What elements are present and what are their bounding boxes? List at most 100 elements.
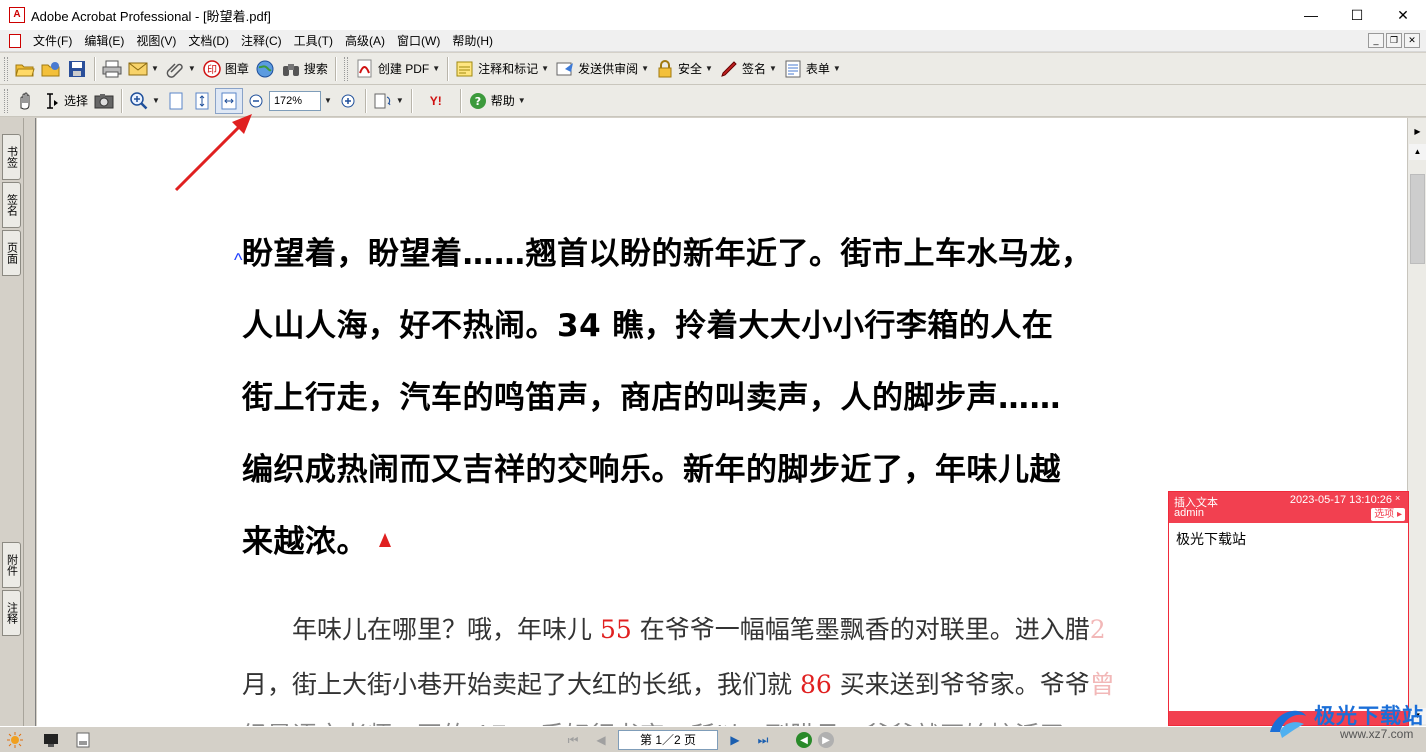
doc-minimize-button[interactable]: _	[1368, 33, 1384, 48]
sign-button[interactable]: 签名 ▼	[716, 56, 780, 82]
menu-comments[interactable]: 注释(C)	[235, 30, 288, 52]
toolbar-grip[interactable]	[4, 88, 8, 113]
zoom-tool-button[interactable]: ▼	[126, 88, 163, 114]
select-tool-button[interactable]: 选择	[38, 88, 91, 114]
doc-restore-button[interactable]: ❐	[1386, 33, 1402, 48]
vertical-scrollbar[interactable]: ▶ ▲ ▼	[1407, 118, 1426, 726]
binoculars-icon	[281, 59, 301, 79]
text-fragment: 月，街上大街小巷开始卖起了大红的长纸，我们就	[242, 670, 800, 699]
page-number-input[interactable]: 第 1／2 页	[618, 730, 718, 750]
text-line: 月，街上大街小巷开始卖起了大红的长纸，我们就 86 买来送到爷爷家。爷爷曾	[242, 665, 1115, 701]
save-button[interactable]	[64, 56, 90, 82]
toolbar-separator	[410, 88, 412, 113]
chevron-down-icon: ▼	[187, 64, 196, 73]
snapshot-button[interactable]	[91, 88, 117, 114]
page-size-icon[interactable]	[74, 731, 92, 749]
scroll-thumb[interactable]	[1410, 174, 1425, 264]
forms-button[interactable]: 表单 ▼	[780, 56, 844, 82]
send-review-label: 发送供审阅	[578, 62, 639, 76]
chevron-down-icon: ▼	[832, 64, 841, 73]
insert-caret-marker-icon[interactable]	[379, 533, 391, 547]
panel-splitter[interactable]	[24, 118, 36, 726]
text-fragment: 买来送到爷爷家。爷爷	[831, 670, 1090, 699]
window-controls: — ☐ ✕	[1288, 0, 1426, 30]
print-button[interactable]	[99, 56, 125, 82]
page-icon	[166, 91, 186, 111]
text-line: 来越浓。	[242, 524, 368, 560]
file-toolbar: ▼ ▼ 印图章 搜索 创建 PDF ▼ 注释和标记 ▼ 发送供审阅 ▼ 安全 ▼ 签名 ▼…	[0, 53, 1426, 85]
toolbar-grip[interactable]	[343, 56, 348, 81]
comment-author: admin	[1174, 507, 1204, 519]
stamp-label: 图章	[224, 62, 249, 76]
menu-tools[interactable]: 工具(T)	[288, 30, 339, 52]
sun-icon[interactable]	[6, 731, 24, 749]
doc-close-button[interactable]: ✕	[1404, 33, 1420, 48]
menu-advanced[interactable]: 高级(A)	[339, 30, 391, 52]
toolbar-grip[interactable]	[4, 56, 8, 81]
tab-pages[interactable]: 页面	[2, 230, 21, 276]
stamp-icon: 印	[202, 59, 222, 79]
comment-popup[interactable]: 插入文本 2023-05-17 13:10:26 × admin 选项 ▸ 极光…	[1168, 491, 1409, 726]
zoom-dropdown-button[interactable]: ▼	[321, 88, 335, 114]
svg-text:印: 印	[207, 64, 217, 76]
attach-button[interactable]: ▼	[162, 56, 199, 82]
menu-file[interactable]: 文件(F)	[27, 30, 78, 52]
menu-document[interactable]: 文档(D)	[182, 30, 235, 52]
yahoo-button[interactable]: Y!	[416, 88, 456, 114]
options-button[interactable]: 选项 ▸	[1371, 508, 1405, 521]
web-search-button[interactable]	[252, 56, 278, 82]
next-page-button[interactable]: ▶	[724, 730, 746, 750]
tab-signatures[interactable]: 签名	[2, 182, 21, 228]
close-button[interactable]: ✕	[1380, 0, 1426, 30]
email-button[interactable]: ▼	[125, 56, 162, 82]
open-button[interactable]	[12, 56, 38, 82]
rotate-button[interactable]: ▼	[370, 88, 407, 114]
monitor-icon[interactable]	[42, 731, 60, 749]
send-review-button[interactable]: 发送供审阅 ▼	[552, 56, 652, 82]
hand-icon	[15, 91, 35, 111]
svg-text:?: ?	[475, 95, 481, 108]
organizer-button[interactable]	[38, 56, 64, 82]
menu-edit[interactable]: 编辑(E)	[78, 30, 130, 52]
toolbar-separator	[459, 88, 461, 113]
close-icon[interactable]: ×	[1395, 494, 1405, 504]
secure-button[interactable]: 安全 ▼	[652, 56, 716, 82]
next-view-icon[interactable]: ▶	[818, 732, 834, 748]
hand-tool-button[interactable]	[12, 88, 38, 114]
help-button[interactable]: ? 帮助 ▼	[465, 88, 529, 114]
watermark-text: 极光下载站	[1314, 704, 1424, 728]
toolbar-separator	[94, 56, 95, 81]
previous-view-icon[interactable]: ◀	[796, 732, 812, 748]
title-bar: A Adobe Acrobat Professional - [盼望着.pdf]…	[0, 0, 1426, 30]
stamp-button[interactable]: 印图章	[199, 56, 252, 82]
folder-open-icon	[15, 59, 35, 79]
create-pdf-button[interactable]: 创建 PDF ▼	[352, 56, 443, 82]
document-icon[interactable]	[9, 33, 21, 48]
menu-window[interactable]: 窗口(W)	[391, 30, 446, 52]
previous-page-button[interactable]: ◀	[590, 730, 612, 750]
menu-view[interactable]: 视图(V)	[130, 30, 182, 52]
scroll-up-button[interactable]: ▲	[1409, 144, 1426, 160]
zoom-level-input[interactable]: 172%	[268, 90, 321, 111]
comment-markup-button[interactable]: 注释和标记 ▼	[452, 56, 552, 82]
search-button[interactable]: 搜索	[278, 56, 331, 82]
comment-header[interactable]: 插入文本 2023-05-17 13:10:26 × admin 选项 ▸	[1169, 492, 1408, 523]
text-fragment: 年味儿在哪里？哦，年味儿	[242, 615, 600, 644]
tab-bookmarks[interactable]: 书签	[2, 134, 21, 180]
zoom-in-button[interactable]	[335, 88, 361, 114]
maximize-button[interactable]: ☐	[1334, 0, 1380, 30]
comment-text[interactable]: 极光下载站	[1169, 523, 1408, 555]
menu-help[interactable]: 帮助(H)	[446, 30, 499, 52]
first-page-button[interactable]: ⏮	[562, 730, 584, 750]
text-fragment: 曾	[1089, 670, 1115, 699]
chevron-down-icon: ▼	[395, 96, 404, 105]
tab-comments[interactable]: 注释	[2, 590, 21, 636]
minimize-button[interactable]: —	[1288, 0, 1334, 30]
last-page-button[interactable]: ⏭	[752, 730, 774, 750]
site-watermark: 极光下载站 www.xz7.com	[1256, 696, 1426, 752]
annotation-arrow-icon	[174, 114, 252, 192]
split-view-icon[interactable]: ▶	[1409, 124, 1426, 140]
comment-date: 2023-05-17 13:10:26	[1289, 494, 1392, 506]
tab-attachments[interactable]: 附件	[2, 542, 21, 588]
chevron-down-icon: ▼	[152, 96, 160, 105]
